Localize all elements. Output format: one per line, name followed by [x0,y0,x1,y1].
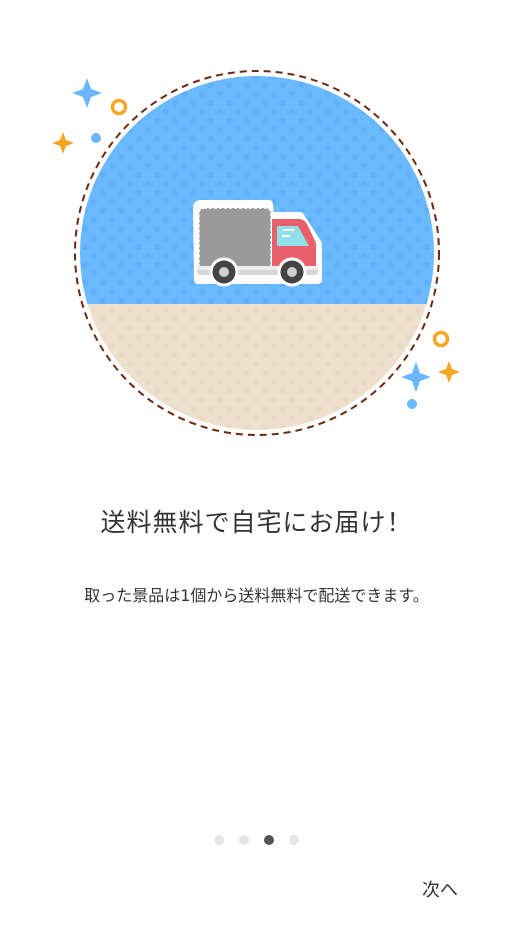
page-dot-2[interactable] [239,835,249,845]
page-dot-4[interactable] [289,835,299,845]
next-button[interactable]: 次へ [422,876,458,902]
page-dot-3-active[interactable] [264,835,274,845]
page-indicator [0,835,513,845]
delivery-truck-icon [193,200,322,287]
onboarding-title: 送料無料で自宅にお届け！ [100,508,413,537]
sparkle-decoration-bottom-right [401,330,460,409]
sparkle-decoration-top-left [52,78,128,154]
onboarding-screen: 送料無料で自宅にお届け！ 取った景品は1個から送料無料で配送できます。 次へ [0,0,513,926]
page-dot-1[interactable] [214,835,224,845]
delivery-illustration [52,70,460,436]
onboarding-description: 取った景品は1個から送料無料で配送できます。 [84,586,429,605]
